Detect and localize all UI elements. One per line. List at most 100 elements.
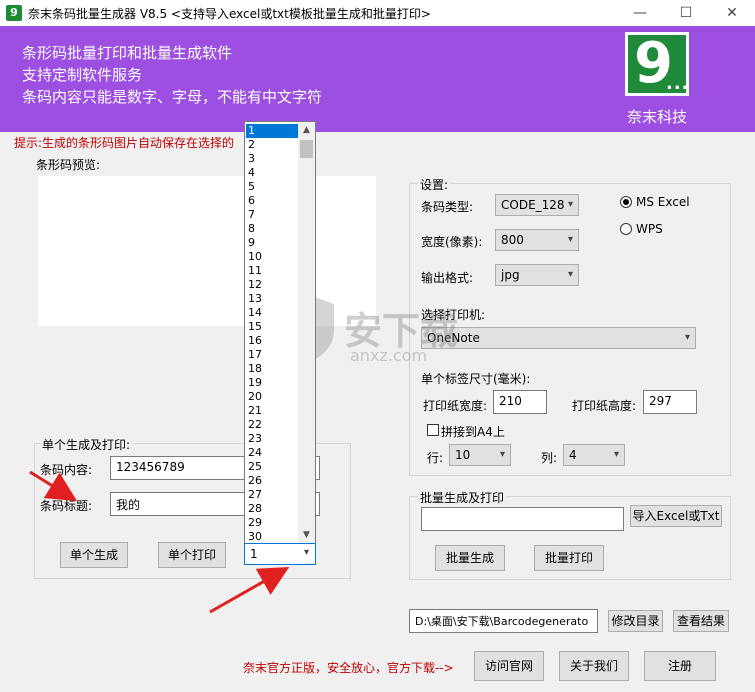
company-name: 奈末科技 [626, 108, 687, 126]
dropdown-option[interactable]: 19 [246, 376, 298, 390]
dropdown-option[interactable]: 22 [246, 418, 298, 432]
dropdown-option[interactable]: 24 [246, 446, 298, 460]
single-print-button[interactable]: 单个打印 [158, 542, 226, 568]
col-value: 4 [569, 448, 577, 462]
preview-label: 条形码预览: [36, 158, 101, 172]
dropdown-option[interactable]: 29 [246, 516, 298, 530]
dropdown-option[interactable]: 4 [246, 166, 298, 180]
dropdown-selected-value: 1 [250, 547, 258, 561]
dropdown-option[interactable]: 12 [246, 278, 298, 292]
chevron-down-icon: ▾ [684, 332, 690, 343]
footer-notice: 奈末官方正版，安全放心，官方下载--> [243, 661, 454, 675]
scroll-up-icon[interactable]: ▲ [298, 122, 315, 138]
banner-line-2: 支持定制软件服务 [22, 66, 143, 84]
dropdown-option[interactable]: 11 [246, 264, 298, 278]
dropdown-option[interactable]: 27 [246, 488, 298, 502]
a4-label: 拼接到A4上 [441, 425, 505, 439]
dropdown-option[interactable]: 26 [246, 474, 298, 488]
dropdown-option[interactable]: 2 [246, 138, 298, 152]
radio-ms-excel-label: MS Excel [636, 195, 690, 209]
width-value: 800 [501, 233, 524, 247]
output-dir-input[interactable]: D:\桌面\安下载\Barcodegenerato [409, 609, 598, 633]
paper-width-input[interactable]: 210 [493, 390, 547, 414]
chevron-down-icon: ▾ [303, 547, 309, 558]
batch-group-label: 批量生成及打印 [418, 489, 507, 506]
width-label: 宽度(像素): [421, 235, 483, 249]
radio-wps-label: WPS [636, 222, 663, 236]
change-dir-button[interactable]: 修改目录 [608, 610, 663, 632]
dropdown-option[interactable]: 30 [246, 530, 298, 543]
app-icon: 9 [6, 5, 22, 21]
single-generate-button[interactable]: 单个生成 [60, 542, 128, 568]
close-button[interactable]: ✕ [709, 0, 755, 26]
printer-select[interactable]: OneNote ▾ [421, 327, 696, 349]
barcode-type-select[interactable]: CODE_128 ▾ [495, 194, 579, 216]
dropdown-option[interactable]: 8 [246, 222, 298, 236]
dropdown-option[interactable]: 9 [246, 236, 298, 250]
register-button[interactable]: 注册 [644, 651, 716, 681]
batch-file-input[interactable] [421, 507, 624, 531]
window-title: 奈末条码批量生成器 V8.5 <支持导入excel或txt模板批量生成和批量打印… [28, 7, 431, 21]
watermark-url: anxz.com [350, 346, 428, 365]
dropdown-option[interactable]: 7 [246, 208, 298, 222]
row-select[interactable]: 10 ▾ [449, 444, 511, 466]
chevron-down-icon: ▾ [567, 234, 573, 245]
barcode-type-value: CODE_128 [501, 198, 565, 212]
row-label: 行: [427, 451, 444, 465]
chevron-down-icon: ▾ [567, 269, 573, 280]
format-select[interactable]: jpg ▾ [495, 264, 579, 286]
paper-height-label: 打印纸高度: [572, 399, 637, 413]
a4-checkbox[interactable] [427, 424, 439, 436]
dropdown-option[interactable]: 17 [246, 348, 298, 362]
view-result-button[interactable]: 查看结果 [673, 610, 729, 632]
dropdown-option[interactable]: 18 [246, 362, 298, 376]
radio-wps[interactable] [620, 223, 632, 235]
number-dropdown-list[interactable]: 1 2 3 4 5 6 7 8 9 10 11 12 13 14 15 16 17 18 19 20 21 22 23 24 2… [244, 121, 316, 544]
dropdown-option[interactable]: 6 [246, 194, 298, 208]
label-size-label: 单个标签尺寸(毫米): [421, 372, 531, 386]
dropdown-scrollbar[interactable]: ▲ ▼ [298, 122, 315, 543]
dropdown-option[interactable]: 3 [246, 152, 298, 166]
banner-line-3: 条码内容只能是数字、字母，不能有中文字符 [22, 88, 323, 106]
dropdown-option[interactable]: 23 [246, 432, 298, 446]
visit-website-button[interactable]: 访问官网 [474, 651, 544, 681]
dropdown-option[interactable]: 20 [246, 390, 298, 404]
banner-line-1: 条形码批量打印和批量生成软件 [22, 44, 233, 62]
company-logo: 9 ... [625, 31, 689, 96]
save-hint: 提示:生成的条形码图片自动保存在选择的 [14, 136, 235, 150]
paper-width-label: 打印纸宽度: [423, 399, 488, 413]
dropdown-option[interactable]: 15 [246, 320, 298, 334]
dropdown-option[interactable]: 16 [246, 334, 298, 348]
number-dropdown-combo[interactable]: 1 ▾ [244, 543, 316, 565]
dropdown-option[interactable]: 10 [246, 250, 298, 264]
chevron-down-icon: ▾ [499, 449, 505, 460]
batch-generate-button[interactable]: 批量生成 [435, 545, 505, 571]
dropdown-option[interactable]: 14 [246, 306, 298, 320]
scroll-down-icon[interactable]: ▼ [298, 527, 315, 543]
content-label: 条码内容: [40, 463, 93, 477]
col-select[interactable]: 4 ▾ [563, 444, 625, 466]
barcode-type-label: 条码类型: [421, 200, 474, 214]
dropdown-option[interactable]: 28 [246, 502, 298, 516]
title-label: 条码标题: [40, 499, 93, 513]
dropdown-option[interactable]: 21 [246, 404, 298, 418]
chevron-down-icon: ▾ [567, 199, 573, 210]
format-label: 输出格式: [421, 271, 474, 285]
row-value: 10 [455, 448, 471, 462]
about-us-button[interactable]: 关于我们 [559, 651, 629, 681]
radio-ms-excel[interactable] [620, 196, 632, 208]
paper-height-input[interactable]: 297 [643, 390, 697, 414]
import-excel-txt-button[interactable]: 导入Excel或Txt [630, 505, 722, 527]
chevron-down-icon: ▾ [613, 449, 619, 460]
dropdown-option[interactable]: 5 [246, 180, 298, 194]
width-select[interactable]: 800 ▾ [495, 229, 579, 251]
scroll-thumb[interactable] [300, 140, 313, 158]
minimize-button[interactable]: — [617, 0, 663, 26]
batch-print-button[interactable]: 批量打印 [534, 545, 604, 571]
format-value: jpg [501, 268, 520, 282]
header-banner: 条形码批量打印和批量生成软件 支持定制软件服务 条码内容只能是数字、字母，不能有… [0, 26, 755, 132]
dropdown-option[interactable]: 13 [246, 292, 298, 306]
maximize-button[interactable]: ☐ [663, 0, 709, 26]
dropdown-option[interactable]: 1 [246, 124, 298, 138]
dropdown-option[interactable]: 25 [246, 460, 298, 474]
